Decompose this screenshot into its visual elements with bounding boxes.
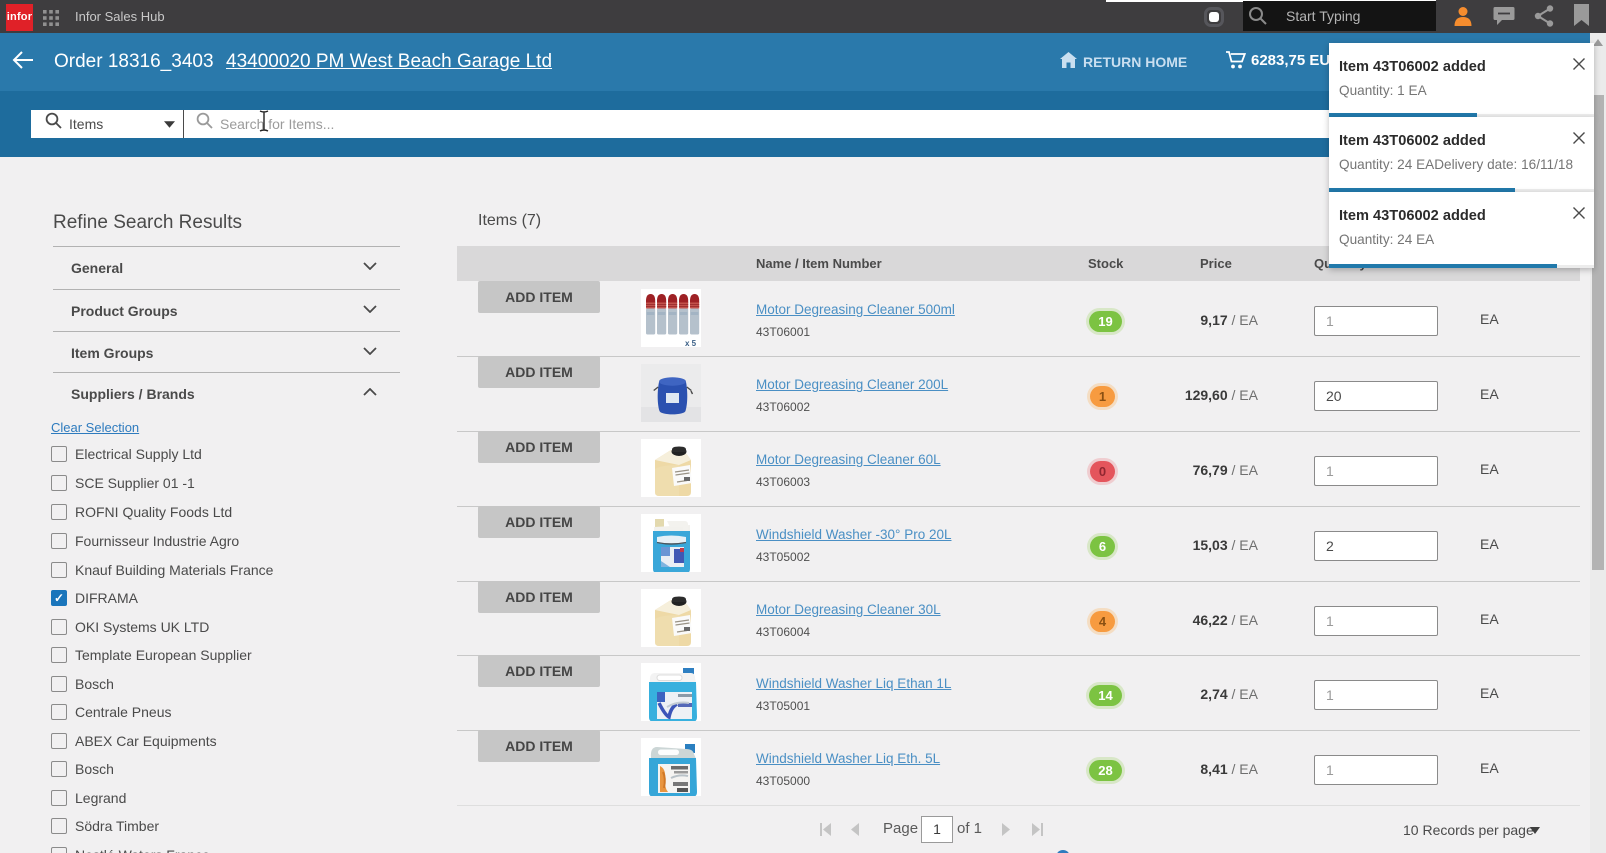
svg-text:x 5: x 5 [685, 339, 697, 347]
